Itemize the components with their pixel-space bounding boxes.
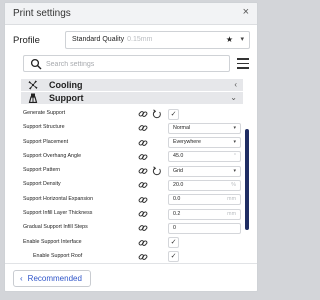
unit-suffix: ° (233, 153, 236, 160)
setting-label: Support Pattern (23, 167, 61, 174)
setting-value: Grid (173, 167, 184, 174)
setting-input[interactable]: 0.2 mm (168, 208, 241, 220)
unit-suffix: % (231, 181, 236, 188)
category-label: Support (49, 93, 84, 103)
setting-value: 45.0 (173, 153, 184, 160)
search-field[interactable] (23, 55, 230, 72)
chevron-left-icon: ‹ (20, 274, 23, 283)
chevron-left-icon: ‹ (234, 80, 237, 89)
link-icon[interactable] (138, 180, 148, 190)
setting-row: Support Horizontal Expansion 0.0 mm (5, 193, 257, 207)
link-icon[interactable] (138, 123, 148, 133)
setting-row: Support Pattern Grid ▾ (5, 164, 257, 178)
setting-label: Support Horizontal Expansion (23, 195, 94, 202)
setting-label: Support Structure (23, 124, 65, 131)
setting-row: Gradual Support Infill Steps 0 (5, 221, 257, 235)
setting-input[interactable]: 20.0 % (168, 179, 241, 191)
setting-value: 0.2 (173, 210, 181, 217)
settings-menu-icon[interactable] (237, 58, 249, 69)
setting-input[interactable]: 45.0 ° (168, 151, 241, 163)
setting-label: Enable Support Roof (33, 252, 83, 259)
setting-checkbox[interactable]: ✓ (168, 251, 179, 263)
recommended-button[interactable]: ‹ Recommended (13, 270, 91, 287)
setting-row: Enable Support Interface ✓ (5, 236, 257, 250)
link-icon[interactable] (138, 223, 148, 233)
chevron-down-icon: ⌄ (230, 93, 237, 102)
setting-label: Generate Support (23, 110, 66, 116)
support-icon (28, 93, 38, 103)
chevron-down-icon: ▾ (233, 139, 236, 146)
setting-row: Generate Support ✓ (5, 107, 257, 121)
search-icon (30, 58, 42, 70)
link-icon[interactable] (138, 238, 148, 248)
close-icon[interactable]: × (243, 6, 249, 18)
link-icon[interactable] (138, 152, 148, 162)
setting-value: 0.0 (173, 196, 181, 203)
setting-value: 20.0 (173, 181, 184, 188)
setting-row: Support Infill Layer Thickness 0.2 mm (5, 207, 257, 221)
setting-dropdown[interactable]: Grid ▾ (168, 165, 241, 177)
setting-label: Support Placement (23, 138, 69, 145)
setting-label: Support Infill Layer Thickness (23, 210, 93, 217)
link-icon[interactable] (138, 109, 148, 119)
favorite-star-icon[interactable]: ★ (226, 32, 233, 48)
setting-checkbox[interactable]: ✓ (168, 237, 179, 249)
setting-input[interactable]: 0.0 mm (168, 194, 241, 206)
chevron-down-icon: ▾ (240, 36, 244, 43)
search-row (5, 55, 257, 73)
setting-dropdown[interactable]: Everywhere ▾ (168, 137, 241, 149)
chevron-down-icon: ▾ (233, 167, 236, 174)
scrollbar[interactable] (245, 129, 249, 230)
setting-label: Enable Support Interface (23, 238, 82, 245)
setting-row: Support Placement Everywhere ▾ (5, 136, 257, 150)
profile-row: Profile Standard Quality 0.15mm ★ ▾ (5, 31, 257, 51)
recommended-label: Recommended (27, 274, 82, 283)
reset-icon[interactable] (152, 109, 162, 119)
category-cooling[interactable]: Cooling ‹ (21, 79, 243, 91)
setting-row: Support Density 20.0 % (5, 178, 257, 192)
setting-value: Normal (173, 124, 191, 131)
unit-suffix: mm (227, 210, 236, 217)
window-title: Print settings (13, 8, 71, 19)
setting-dropdown[interactable]: Normal ▾ (168, 122, 241, 134)
profile-value: Standard Quality (72, 36, 125, 43)
setting-value: 0 (173, 224, 176, 231)
unit-suffix: mm (227, 196, 236, 203)
print-settings-panel: Print settings × Profile Standard Qualit… (4, 2, 258, 292)
link-icon[interactable] (138, 138, 148, 148)
setting-value: Everywhere (173, 139, 201, 146)
search-input[interactable] (46, 58, 226, 70)
category-support[interactable]: Support ⌄ (21, 92, 243, 104)
setting-row: Support Overhang Angle 45.0 ° (5, 150, 257, 164)
profile-layer-height: 0.15mm (127, 36, 153, 43)
setting-row: Support Structure Normal ▾ (5, 121, 257, 135)
reset-icon[interactable] (152, 166, 162, 176)
setting-label: Support Overhang Angle (23, 152, 82, 159)
profile-label: Profile (13, 35, 40, 46)
category-label: Cooling (49, 80, 83, 90)
setting-input[interactable]: 0 (168, 222, 241, 234)
link-icon[interactable] (138, 209, 148, 219)
setting-checkbox[interactable]: ✓ (168, 108, 179, 120)
setting-label: Gradual Support Infill Steps (23, 224, 88, 231)
link-icon[interactable] (138, 195, 148, 205)
settings-list: Generate Support ✓ Support Structure Nor… (5, 107, 257, 264)
profile-dropdown[interactable]: Standard Quality 0.15mm ★ ▾ (65, 31, 250, 49)
fan-icon (28, 80, 38, 90)
setting-label: Support Density (23, 181, 61, 188)
chevron-down-icon: ▾ (233, 124, 236, 131)
link-icon[interactable] (138, 166, 148, 176)
footer-bar: ‹ Recommended (5, 263, 257, 291)
link-icon[interactable] (138, 252, 148, 262)
title-bar: Print settings × (5, 3, 257, 25)
